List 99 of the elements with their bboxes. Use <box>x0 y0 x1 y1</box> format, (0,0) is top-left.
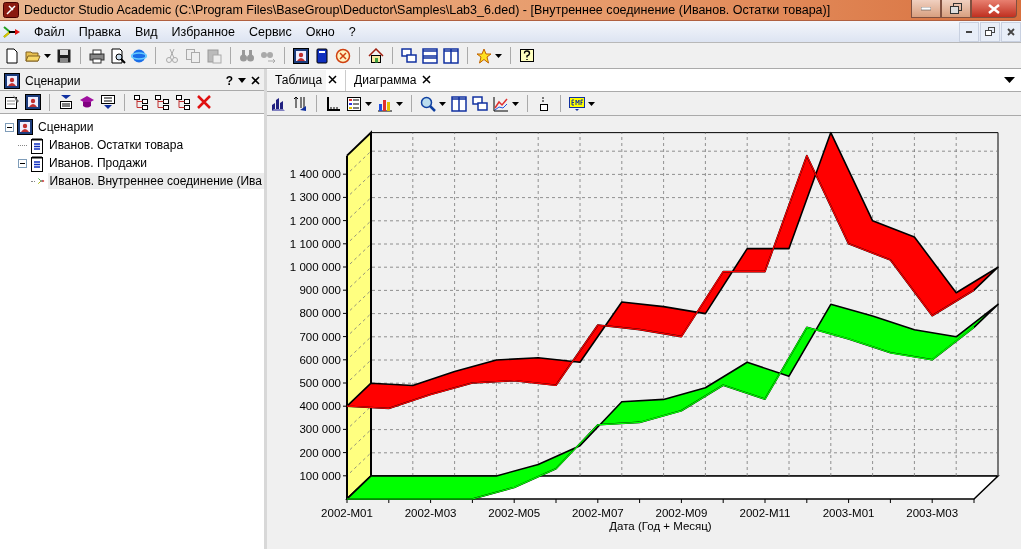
panel-title: Сценарии <box>25 73 82 88</box>
scenarios-icon <box>4 72 20 89</box>
axis-tick-label: 400 000 <box>299 400 341 413</box>
axis-tick-label: 2002-M07 <box>571 507 624 519</box>
axis-tick-label: 100 000 <box>299 469 341 482</box>
axis-tick-label: 1 100 000 <box>289 237 341 250</box>
tree-item[interactable]: Сценарии <box>36 119 96 135</box>
axis-tick-label: 800 000 <box>299 307 341 320</box>
tree-icon[interactable] <box>133 94 149 110</box>
menu-item[interactable]: Окно <box>298 24 342 39</box>
window-title: Deductor Studio Academic (C:\Program Files\BaseGroup\Deductor\Samples\Lab3_6.ded) - [Внутреннее соединение (Иванов. Остатки товара)] <box>24 3 831 17</box>
axis-tick-label: 600 000 <box>299 353 341 366</box>
axis-tick-label: 900 000 <box>299 284 341 297</box>
axis-tick-label: 700 000 <box>299 330 341 343</box>
dropdown-caret-icon[interactable] <box>439 101 446 106</box>
tab[interactable]: Таблица <box>267 70 327 91</box>
tree-item[interactable]: Иванов. Продажи <box>47 155 149 171</box>
tree-refresh-icon[interactable] <box>175 94 191 110</box>
tile-vertical-icon[interactable] <box>443 47 459 64</box>
help-icon[interactable] <box>519 47 535 64</box>
scenario-icon <box>17 119 33 135</box>
line-chart-icon[interactable] <box>493 95 509 112</box>
print-preview-icon[interactable] <box>110 47 126 64</box>
axis-tick-label: 2003-M01 <box>822 507 875 519</box>
scenarios-icon[interactable] <box>293 47 309 64</box>
legend-icon[interactable] <box>346 95 362 112</box>
axis-tick-label: 2002-M01 <box>321 507 373 519</box>
dropdown-caret-icon[interactable] <box>495 53 502 58</box>
dropdown-caret-icon[interactable] <box>396 101 403 106</box>
axis-tick-label: 2002-M03 <box>404 507 457 519</box>
axis-tick-label: 200 000 <box>299 446 341 459</box>
axis-title: Дата (Год + Месяц) <box>609 520 712 532</box>
zoom-icon[interactable] <box>420 95 436 112</box>
save-icon[interactable] <box>56 47 72 64</box>
close-icon <box>988 3 1000 14</box>
close-icon <box>1007 27 1015 36</box>
axis-tick-label: 2002-M05 <box>488 507 541 519</box>
tab-list-caret-icon[interactable] <box>1004 77 1015 83</box>
notepad-icon <box>30 154 44 172</box>
sort-icon[interactable] <box>292 95 308 112</box>
minimize-icon <box>965 30 973 33</box>
delete-icon[interactable] <box>196 94 212 110</box>
tree-item[interactable]: Иванов. Остатки товара <box>47 137 186 153</box>
axis-tick-label: 1 300 000 <box>289 191 341 204</box>
notepad-icon <box>30 136 44 154</box>
restore-icon <box>985 27 995 36</box>
axis-tick-label: 500 000 <box>299 377 341 389</box>
print-icon[interactable] <box>89 47 105 64</box>
collapse-toggle[interactable] <box>18 158 27 168</box>
close-icon[interactable] <box>251 76 260 85</box>
import-icon[interactable] <box>58 94 74 110</box>
menu-item[interactable]: Сервис <box>241 24 299 39</box>
dropdown-caret-icon[interactable] <box>44 53 51 58</box>
minimize-button[interactable] <box>911 0 941 18</box>
app-menu-icon[interactable] <box>3 23 21 40</box>
menu-item[interactable]: Файл <box>27 24 72 39</box>
close-icon[interactable] <box>422 75 432 84</box>
menu-item[interactable]: Вид <box>127 24 165 39</box>
cascade-windows-icon[interactable] <box>401 47 417 64</box>
dropdown-caret-icon[interactable] <box>588 101 595 106</box>
stop-icon[interactable] <box>335 47 351 64</box>
properties-icon[interactable] <box>4 94 20 110</box>
help-button[interactable]: ? <box>225 73 233 88</box>
dropdown-caret-icon[interactable] <box>365 101 372 106</box>
restore-button[interactable] <box>941 0 971 18</box>
layers-icon[interactable] <box>472 95 488 112</box>
menu-item[interactable]: ? <box>341 24 363 39</box>
tree-icon[interactable] <box>154 94 170 110</box>
new-file-icon[interactable] <box>4 47 20 64</box>
export-icon[interactable] <box>100 94 116 110</box>
tree-item[interactable]: Иванов. Внутреннее соединение (Ива <box>47 173 264 189</box>
axes-icon[interactable] <box>325 95 341 112</box>
dropdown-caret-icon[interactable] <box>238 78 246 83</box>
menu-item[interactable]: Правка <box>71 24 128 39</box>
minimize-icon <box>921 6 931 11</box>
book-icon[interactable] <box>314 47 330 64</box>
collapse-toggle[interactable] <box>5 122 14 132</box>
tile-horizontal-icon[interactable] <box>422 47 438 64</box>
axis-tick-label: 300 000 <box>299 423 341 436</box>
axis-tick-label: 2002-M09 <box>655 507 708 519</box>
presentation-icon[interactable] <box>25 94 41 110</box>
emf-export-icon[interactable] <box>569 95 585 112</box>
star-icon[interactable] <box>476 47 492 64</box>
axis-tick-label: 2002-M11 <box>739 507 791 519</box>
close-button[interactable] <box>971 0 1017 18</box>
globe-icon[interactable] <box>131 47 147 64</box>
axis-tick-label: 1 400 000 <box>289 168 341 181</box>
app-icon <box>3 2 19 18</box>
chart-flip-icon[interactable] <box>451 95 467 112</box>
graduation-cap-icon[interactable] <box>79 94 95 110</box>
axis-tick-label: 1 000 000 <box>289 261 341 273</box>
home-icon[interactable] <box>368 47 384 64</box>
bar-chart-3d-icon[interactable] <box>271 95 287 112</box>
restore-icon <box>950 3 962 14</box>
close-icon[interactable] <box>328 75 338 84</box>
dropdown-caret-icon[interactable] <box>512 101 519 106</box>
axis-tick-label: 1 200 000 <box>289 214 341 227</box>
menu-item[interactable]: Избранное <box>164 24 242 39</box>
axis-tick-label: 2003-M03 <box>906 507 959 519</box>
